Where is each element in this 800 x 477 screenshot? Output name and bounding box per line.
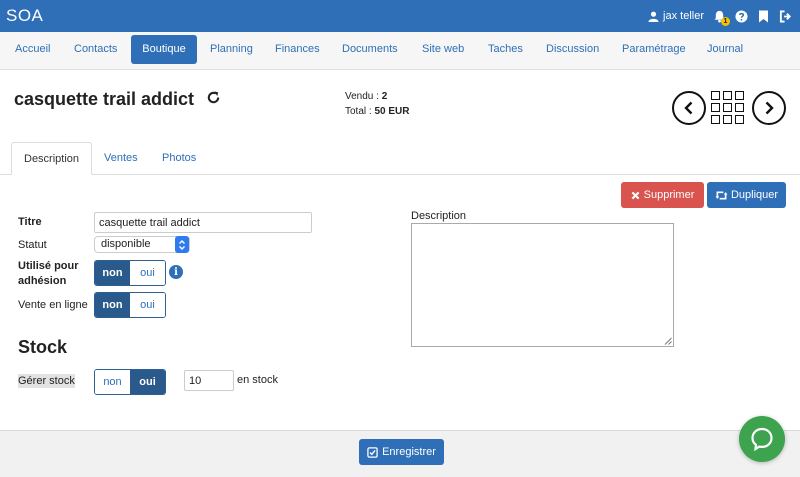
gerer-stock-label: Gérer stock	[18, 374, 75, 388]
bell-icon[interactable]: 1	[712, 9, 730, 26]
top-right-menu: jax teller 1	[646, 0, 792, 32]
check-square-icon	[367, 446, 378, 458]
duplicate-button[interactable]: Dupliquer	[707, 182, 786, 208]
vente-oui-option[interactable]: oui	[130, 293, 165, 317]
times-icon	[631, 191, 640, 199]
nav-item-boutique[interactable]: Boutique	[131, 35, 197, 64]
product-tabs: Description Ventes Photos	[0, 142, 800, 175]
logout-icon[interactable]	[778, 9, 792, 23]
statut-value: disponible	[101, 238, 151, 250]
stock-title: Stock	[18, 337, 68, 357]
user-menu[interactable]: jax teller	[646, 9, 704, 23]
sales-summary: Vendu : 2 Total : 50 EUR	[345, 89, 409, 119]
adhesion-label-line1: Utilisé pour	[18, 260, 79, 272]
statut-label: Statut	[18, 239, 47, 251]
chevron-right-icon	[765, 101, 774, 115]
notification-badge: 1	[721, 17, 730, 26]
nav-item-documents[interactable]: Documents	[331, 35, 409, 64]
delete-label: Supprimer	[643, 189, 695, 201]
next-button[interactable]	[752, 91, 786, 125]
user-name: jax teller	[663, 10, 704, 22]
tab-photos[interactable]: Photos	[150, 142, 208, 175]
description-textarea[interactable]	[411, 223, 674, 347]
titre-label: Titre	[18, 216, 42, 228]
nav-item-parametrage[interactable]: Paramétrage	[611, 35, 697, 64]
chevron-updown-icon	[175, 236, 189, 253]
total-value: 50 EUR	[374, 106, 410, 117]
delete-button[interactable]: Supprimer	[621, 182, 704, 208]
user-icon	[646, 9, 660, 23]
stock-unit: en stock	[237, 374, 278, 386]
gerer-stock-oui-option[interactable]: oui	[130, 370, 165, 394]
stock-quantity-input[interactable]	[184, 370, 234, 391]
adhesion-oui-option[interactable]: oui	[130, 261, 165, 285]
retweet-icon	[715, 190, 728, 200]
main-nav: Accueil Contacts Boutique Planning Finan…	[0, 32, 800, 70]
adhesion-label-line2: adhésion	[18, 275, 67, 287]
description-label: Description	[411, 210, 467, 222]
top-bar: SOA jax teller 1	[0, 0, 800, 32]
nav-item-planning[interactable]: Planning	[199, 35, 264, 64]
adhesion-toggle[interactable]: non oui	[94, 260, 166, 286]
statut-select[interactable]: disponible	[94, 236, 190, 253]
sold-value: 2	[381, 91, 388, 102]
gerer-stock-toggle[interactable]: non oui	[94, 369, 166, 395]
nav-item-accueil[interactable]: Accueil	[4, 35, 61, 64]
nav-item-site-web[interactable]: Site web	[411, 35, 475, 64]
vente-label: Vente en ligne	[18, 299, 88, 311]
vente-non-option[interactable]: non	[95, 293, 130, 317]
grid-icon[interactable]	[711, 91, 745, 125]
tab-ventes[interactable]: Ventes	[92, 142, 150, 175]
nav-item-journal[interactable]: Journal	[696, 35, 754, 64]
adhesion-non-option[interactable]: non	[95, 261, 130, 285]
tab-description[interactable]: Description	[11, 142, 93, 175]
vente-toggle[interactable]: non oui	[94, 292, 166, 318]
resize-handle-icon[interactable]	[664, 337, 672, 345]
nav-item-taches[interactable]: Taches	[477, 35, 534, 64]
total-label: Total :	[345, 106, 372, 117]
product-title: casquette trail addict	[14, 89, 195, 109]
sold-label: Vendu :	[345, 91, 379, 102]
brand-logo[interactable]: SOA	[6, 6, 43, 26]
chevron-left-icon	[684, 101, 693, 115]
nav-item-contacts[interactable]: Contacts	[63, 35, 128, 64]
nav-item-finances[interactable]: Finances	[264, 35, 331, 64]
chat-button[interactable]	[739, 416, 785, 462]
nav-item-discussion[interactable]: Discussion	[535, 35, 610, 64]
chat-icon	[751, 427, 773, 452]
titre-input[interactable]	[94, 212, 312, 233]
gerer-stock-non-option[interactable]: non	[95, 370, 130, 394]
save-button[interactable]: Enregistrer	[359, 439, 444, 465]
save-label: Enregistrer	[382, 446, 436, 458]
adhesion-label: Utilisé pour adhésion	[18, 259, 79, 289]
duplicate-label: Dupliquer	[730, 189, 779, 201]
previous-button[interactable]	[672, 91, 706, 125]
help-icon[interactable]	[734, 9, 748, 23]
refresh-icon[interactable]	[206, 90, 222, 106]
bookmark-icon[interactable]	[756, 9, 770, 23]
info-icon[interactable]: i	[169, 265, 183, 279]
